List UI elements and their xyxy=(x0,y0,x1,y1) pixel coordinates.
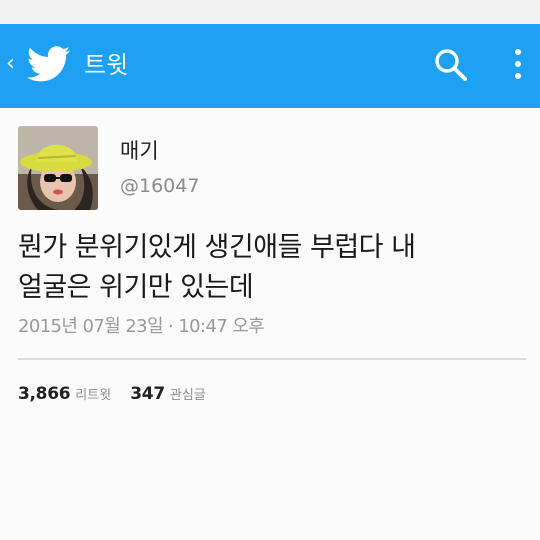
favorite-label: 관심글 xyxy=(169,388,206,403)
tweet-text-line-1: 뭔가 분위기있게 생긴애들 부럽다 내 xyxy=(18,232,416,263)
tweet-text: 뭔가 분위기있게 생긴애들 부럽다 내 얼굴은 위기만 있는데 xyxy=(18,228,518,308)
avatar[interactable] xyxy=(18,126,98,210)
favorite-stat[interactable]: 347 관심글 xyxy=(130,384,219,404)
tweet-timestamp: 2015년 07월 23일 · 10:47 오후 xyxy=(18,316,265,337)
page-title: 트윗 xyxy=(84,51,129,79)
retweet-count: 3,866 xyxy=(18,384,71,404)
favorite-count: 347 xyxy=(130,384,165,404)
screen: ‹ 트윗 매기 @16047 뭔가 분위기있게 생긴애들 부럽다 내 얼굴은 위… xyxy=(0,0,540,540)
status-bar xyxy=(0,0,540,24)
retweet-label: 리트윗 xyxy=(75,388,112,403)
twitter-bird-icon xyxy=(26,46,70,82)
tweet-stats: 3,866 리트윗 347 관심글 xyxy=(18,384,220,414)
tweet-text-line-2: 얼굴은 위기만 있는데 xyxy=(18,272,254,303)
tweet-detail: 매기 @16047 뭔가 분위기있게 생긴애들 부럽다 내 얼굴은 위기만 있는… xyxy=(0,108,540,540)
retweet-stat[interactable]: 3,866 리트윗 xyxy=(18,384,130,404)
app-bar: ‹ 트윗 xyxy=(0,24,540,110)
author-display-name[interactable]: 매기 xyxy=(120,136,159,166)
more-vertical-icon[interactable] xyxy=(510,44,526,84)
chevron-left-icon[interactable]: ‹ xyxy=(6,52,20,76)
author-handle[interactable]: @16047 xyxy=(120,172,199,200)
search-icon[interactable] xyxy=(432,46,470,84)
divider xyxy=(18,358,526,360)
